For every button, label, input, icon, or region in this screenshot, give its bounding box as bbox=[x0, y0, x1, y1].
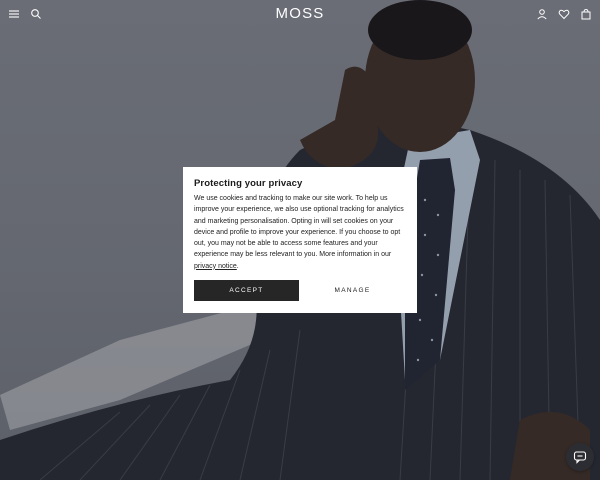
header-left-icons bbox=[8, 8, 42, 20]
header-right-icons bbox=[536, 8, 592, 20]
cookie-consent-modal: Protecting your privacy We use cookies a… bbox=[183, 167, 417, 313]
manage-button[interactable]: MANAGE bbox=[299, 280, 406, 301]
menu-icon[interactable] bbox=[8, 8, 20, 20]
bag-icon[interactable] bbox=[580, 8, 592, 20]
accept-button[interactable]: ACCEPT bbox=[194, 280, 299, 302]
chat-icon bbox=[573, 451, 587, 464]
modal-body: We use cookies and tracking to make our … bbox=[194, 193, 406, 272]
search-icon[interactable] bbox=[30, 8, 42, 20]
chat-button[interactable] bbox=[566, 443, 594, 471]
account-icon[interactable] bbox=[536, 8, 548, 20]
modal-title: Protecting your privacy bbox=[194, 178, 303, 189]
modal-body-text: We use cookies and tracking to make our … bbox=[194, 195, 404, 259]
privacy-notice-link[interactable]: privacy notice bbox=[194, 263, 237, 270]
wishlist-icon[interactable] bbox=[558, 8, 570, 20]
brand-logo[interactable]: MOSS bbox=[276, 5, 325, 22]
modal-actions: ACCEPT MANAGE bbox=[194, 280, 406, 302]
site-header: MOSS bbox=[0, 0, 600, 28]
modal-body-end: . bbox=[236, 262, 239, 270]
